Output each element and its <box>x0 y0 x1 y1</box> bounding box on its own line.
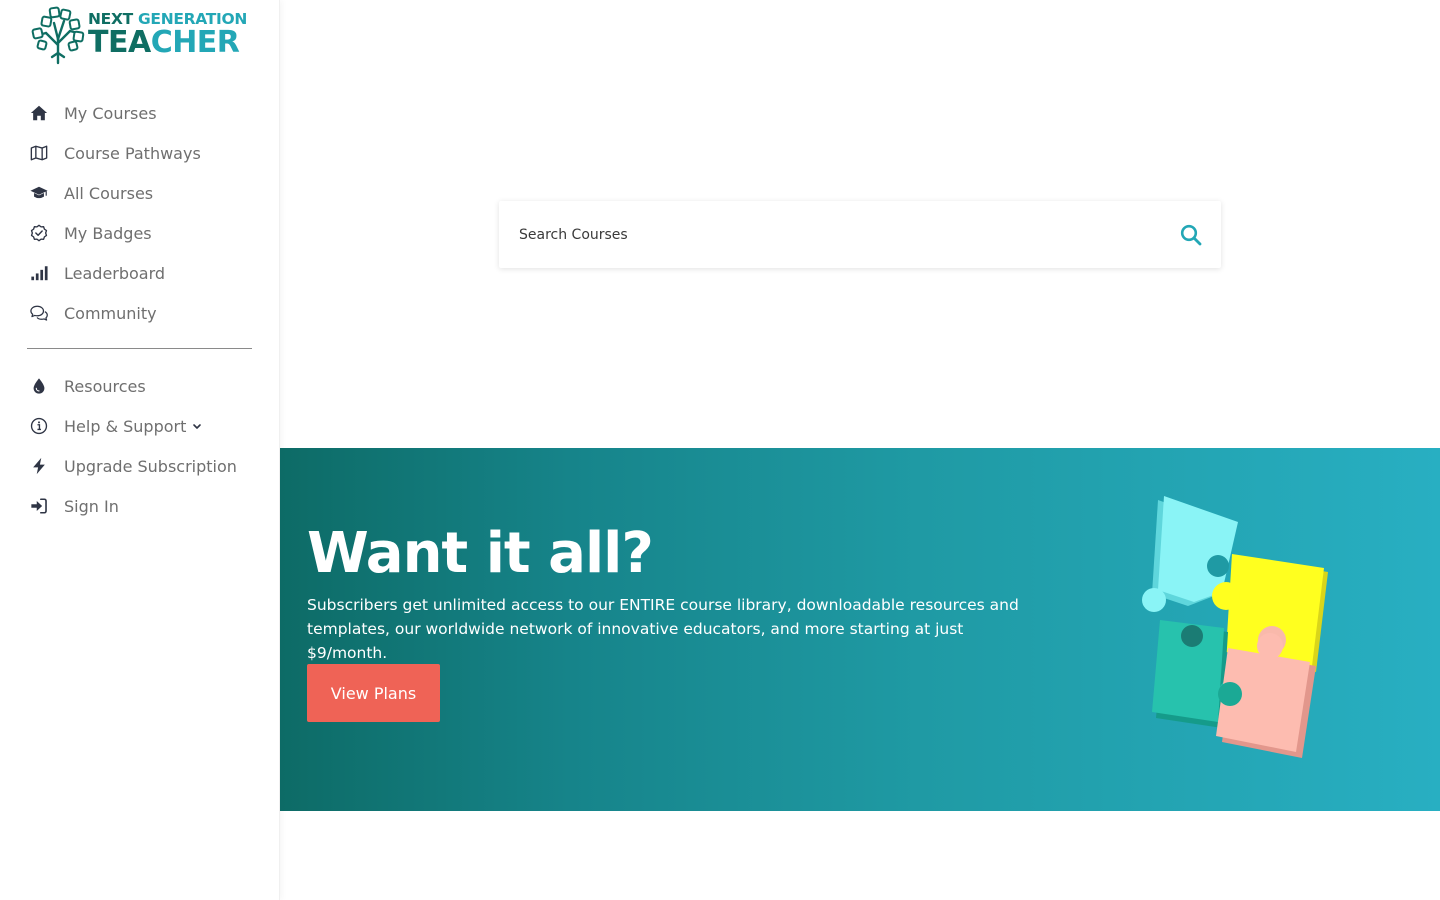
lightning-icon <box>28 455 50 477</box>
nav-label: My Badges <box>64 223 152 243</box>
nav-item-all-courses[interactable]: All Courses <box>0 173 280 213</box>
promo-description: Subscribers get unlimited access to our … <box>307 596 1019 662</box>
nav-item-my-badges[interactable]: My Badges <box>0 213 280 253</box>
nav-item-leaderboard[interactable]: Leaderboard <box>0 253 280 293</box>
nav-item-course-pathways[interactable]: Course Pathways <box>0 133 280 173</box>
nav-label: Resources <box>64 376 146 396</box>
primary-nav: My Courses Course Pathways All Courses M… <box>0 93 280 333</box>
info-icon <box>28 415 50 437</box>
chevron-down-icon <box>192 421 202 431</box>
search-input[interactable] <box>499 201 1161 268</box>
nav-item-help-support[interactable]: Help & Support <box>0 406 280 446</box>
nav-item-sign-in[interactable]: Sign In <box>0 486 280 526</box>
home-icon <box>28 102 50 124</box>
secondary-nav: Resources Help & Support Upgrade Subscri… <box>0 366 280 526</box>
nav-label: Help & Support <box>64 416 187 436</box>
sign-in-icon <box>28 495 50 517</box>
site-logo[interactable]: NEXT GENERATION TEACHER <box>30 4 250 66</box>
nav-label: All Courses <box>64 183 154 203</box>
nav-item-upgrade-subscription[interactable]: Upgrade Subscription <box>0 446 280 486</box>
map-icon <box>28 142 50 164</box>
sidebar: NEXT GENERATION TEACHER My Courses Cours… <box>0 0 280 900</box>
nav-label: Sign In <box>64 496 119 516</box>
nav-item-my-courses[interactable]: My Courses <box>0 93 280 133</box>
course-search-bar <box>499 201 1221 268</box>
nav-item-resources[interactable]: Resources <box>0 366 280 406</box>
nav-label: My Courses <box>64 103 157 123</box>
signal-bars-icon <box>28 262 50 284</box>
logo-text-cher: CHER <box>150 24 240 60</box>
nav-item-community[interactable]: Community <box>0 293 280 333</box>
droplet-icon <box>28 375 50 397</box>
nav-label: Course Pathways <box>64 143 201 163</box>
view-plans-button[interactable]: View Plans <box>307 664 440 722</box>
nav-label: Community <box>64 303 157 323</box>
puzzle-pieces-illustration <box>1142 496 1328 758</box>
tree-logo-icon <box>31 6 85 65</box>
subscription-promo-banner: Want it all? Subscribers get unlimited a… <box>280 448 1440 811</box>
graduation-cap-icon <box>28 182 50 204</box>
check-badge-icon <box>28 222 50 244</box>
chat-bubbles-icon <box>28 302 50 324</box>
promo-title: Want it all? <box>307 521 654 586</box>
logo-text-tea: TEA <box>88 24 151 60</box>
search-icon[interactable] <box>1161 201 1221 268</box>
nav-label: Upgrade Subscription <box>64 456 237 476</box>
sidebar-divider <box>27 348 252 349</box>
nav-label: Leaderboard <box>64 263 166 283</box>
